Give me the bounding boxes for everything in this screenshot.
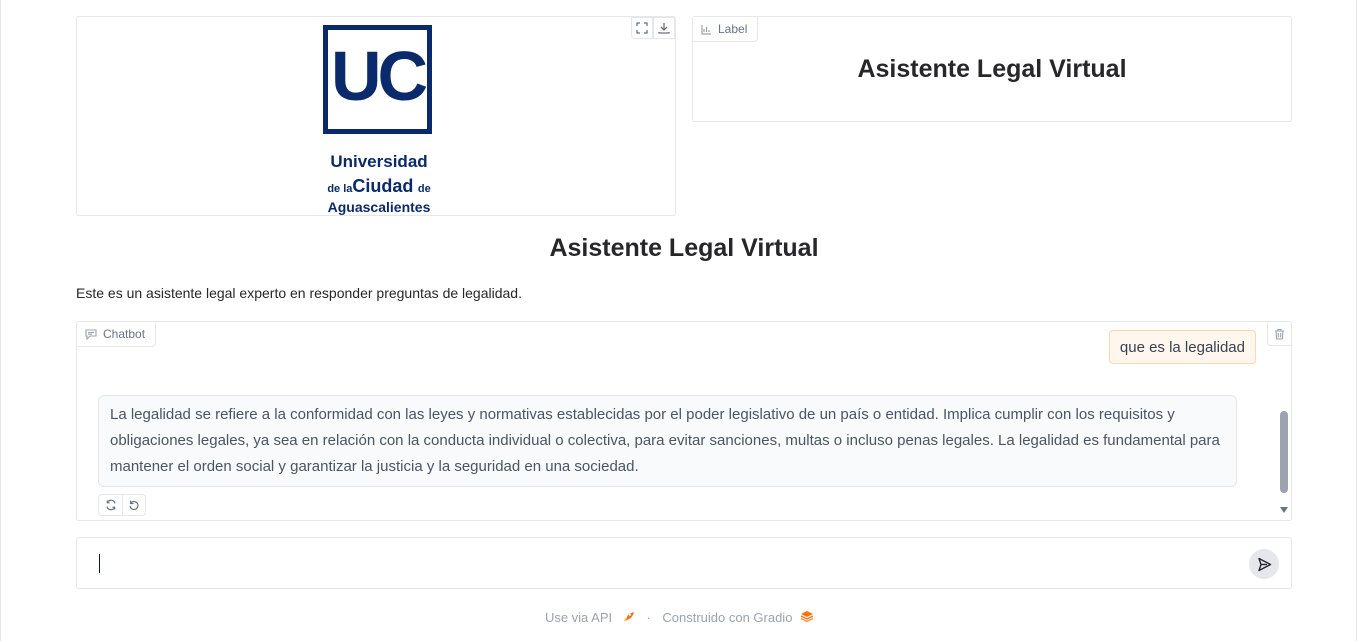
footer-separator: ·	[646, 610, 651, 626]
logo-line-2-prefix: de la	[327, 183, 353, 195]
message-actions	[98, 494, 146, 516]
use-api-link[interactable]: Use via API	[545, 610, 612, 625]
chatbot-block-label: Chatbot	[77, 322, 157, 347]
undo-icon	[129, 500, 139, 511]
app-frame: UC Universidad de laCiudad de Aguascalie…	[0, 0, 1357, 641]
fullscreen-icon[interactable]	[631, 17, 653, 39]
image-toolbar	[631, 17, 675, 39]
rocket-icon	[622, 611, 639, 626]
image-panel: UC Universidad de laCiudad de Aguascalie…	[76, 16, 676, 216]
retry-button[interactable]	[99, 495, 122, 515]
label-block-label: Label	[693, 17, 759, 42]
send-button[interactable]	[1249, 549, 1279, 579]
chatbot-panel: Chatbot que es la legalidad La legalidad…	[76, 321, 1292, 521]
text-caret	[99, 554, 100, 573]
page-title: Asistente Legal Virtual	[549, 234, 819, 262]
footer: Use via API · Construido con Gradio	[1, 609, 1357, 626]
message-input-panel	[76, 537, 1292, 589]
undo-button[interactable]	[122, 495, 145, 515]
chat-icon	[85, 328, 97, 340]
university-logo: UC Universidad de laCiudad de Aguascalie…	[323, 25, 435, 215]
built-with-link[interactable]: Construido con Gradio	[662, 610, 792, 625]
logo-line-2-suffix: de	[417, 183, 431, 195]
chart-icon	[701, 24, 711, 35]
label-value: Asistente Legal Virtual	[857, 55, 1127, 83]
download-icon[interactable]	[653, 17, 675, 39]
chat-scrollbar[interactable]	[1280, 411, 1288, 493]
page-description: Este es un asistente legal experto en re…	[76, 285, 522, 301]
label-block-text: Label	[718, 22, 748, 36]
bot-message: La legalidad se refiere a la conformidad…	[98, 395, 1237, 487]
scroll-down-arrow-icon[interactable]	[1280, 507, 1288, 513]
refresh-icon	[105, 499, 116, 511]
logo-line-1: Universidad	[330, 152, 428, 171]
send-icon	[1257, 557, 1271, 571]
gradio-logo-icon	[800, 610, 814, 625]
logo-line-3: Aguascalientes	[327, 199, 431, 215]
logo-line-2: de laCiudad de	[323, 175, 435, 200]
logo-line-2-main: Ciudad	[352, 176, 414, 196]
label-panel: Label Asistente Legal Virtual	[692, 16, 1292, 122]
message-input[interactable]	[97, 552, 1237, 576]
user-message: que es la legalidad	[1108, 330, 1256, 364]
logo-monogram: UC	[330, 37, 428, 115]
clear-chat-button[interactable]	[1267, 322, 1291, 346]
chatbot-label-text: Chatbot	[103, 327, 146, 341]
trash-icon	[1275, 328, 1284, 340]
